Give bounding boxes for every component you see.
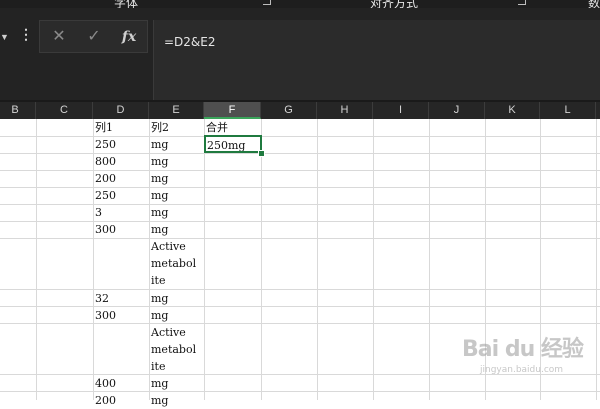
cell-e6[interactable]: mg bbox=[151, 204, 168, 221]
cell-d7[interactable]: 300 bbox=[95, 221, 116, 238]
active-cell-selection[interactable] bbox=[204, 135, 262, 153]
formula-bar-area: ▼ ⋮ ✕ ✓ fx =D2&E2 bbox=[0, 8, 600, 102]
enter-formula-icon[interactable]: ✓ bbox=[79, 25, 109, 49]
gridline bbox=[429, 119, 430, 400]
ribbon-strip: 字体 对齐方式 数 bbox=[0, 0, 600, 10]
cell-e12[interactable]: mg bbox=[151, 375, 168, 392]
formula-buttons: ✕ ✓ fx bbox=[39, 20, 148, 53]
more-options-icon[interactable]: ⋮ bbox=[19, 26, 33, 43]
cell-e9[interactable]: mg bbox=[151, 290, 168, 307]
cell-d13[interactable]: 200 bbox=[95, 392, 116, 409]
cell-d2[interactable]: 250 bbox=[95, 136, 116, 153]
baidu-watermark: Bai du 经验 jingyan.baidu.com bbox=[462, 331, 592, 381]
gridline bbox=[149, 119, 150, 400]
cell-d6[interactable]: 3 bbox=[95, 204, 102, 221]
column-header-k[interactable]: K bbox=[485, 102, 540, 119]
gridline bbox=[0, 187, 600, 188]
gridline bbox=[0, 170, 600, 171]
column-header-f[interactable]: F bbox=[204, 102, 261, 119]
cancel-formula-icon[interactable]: ✕ bbox=[44, 25, 74, 49]
cell-e11[interactable]: Active metabol ite bbox=[151, 324, 196, 375]
column-header-c[interactable]: C bbox=[36, 102, 93, 119]
cell-d12[interactable]: 400 bbox=[95, 375, 116, 392]
watermark-url: jingyan.baidu.com bbox=[480, 365, 564, 375]
cell-e1[interactable]: 列2 bbox=[151, 119, 169, 136]
gridline bbox=[261, 119, 262, 400]
column-header-b[interactable]: B bbox=[0, 102, 36, 119]
cell-d4[interactable]: 200 bbox=[95, 170, 116, 187]
column-header-e[interactable]: E bbox=[149, 102, 204, 119]
fill-handle[interactable] bbox=[258, 150, 265, 157]
cell-d5[interactable]: 250 bbox=[95, 187, 116, 204]
alignment-dialog-launcher-icon[interactable] bbox=[518, 0, 526, 5]
column-header-g[interactable]: G bbox=[261, 102, 317, 119]
gridline bbox=[93, 119, 94, 400]
gridline bbox=[0, 153, 600, 154]
gridline bbox=[596, 119, 597, 400]
cell-d10[interactable]: 300 bbox=[95, 307, 116, 324]
gridline bbox=[0, 204, 600, 205]
column-header-d[interactable]: D bbox=[93, 102, 149, 119]
cell-e5[interactable]: mg bbox=[151, 187, 168, 204]
insert-function-icon[interactable]: fx bbox=[114, 25, 144, 49]
cell-e4[interactable]: mg bbox=[151, 170, 168, 187]
cell-f1[interactable]: 合并 bbox=[206, 119, 228, 136]
gridline bbox=[0, 306, 600, 307]
name-box-dropdown-icon[interactable]: ▼ bbox=[0, 32, 9, 42]
cell-e13[interactable]: mg bbox=[151, 392, 168, 409]
gridline bbox=[373, 119, 374, 400]
cell-d1[interactable]: 列1 bbox=[95, 119, 113, 136]
gridline bbox=[317, 119, 318, 400]
cell-d9[interactable]: 32 bbox=[95, 290, 109, 307]
gridline bbox=[0, 289, 600, 290]
column-header-i[interactable]: I bbox=[373, 102, 429, 119]
watermark-brand: Bai du 经验 bbox=[462, 337, 584, 362]
gridline bbox=[0, 136, 600, 137]
column-header-row: B C D E F G H I J K L bbox=[0, 102, 600, 119]
gridline bbox=[0, 221, 600, 222]
cell-e3[interactable]: mg bbox=[151, 153, 168, 170]
gridline bbox=[36, 119, 37, 400]
gridline bbox=[0, 238, 600, 239]
formula-input[interactable]: =D2&E2 bbox=[153, 20, 600, 100]
cell-e2[interactable]: mg bbox=[151, 136, 168, 153]
gridline bbox=[0, 391, 600, 392]
cell-d3[interactable]: 800 bbox=[95, 153, 116, 170]
cell-e8[interactable]: Active metabol ite bbox=[151, 238, 196, 289]
column-header-l[interactable]: L bbox=[540, 102, 596, 119]
cell-e7[interactable]: mg bbox=[151, 221, 168, 238]
cell-e10[interactable]: mg bbox=[151, 307, 168, 324]
gridline bbox=[204, 119, 205, 400]
column-header-h[interactable]: H bbox=[317, 102, 373, 119]
column-header-j[interactable]: J bbox=[429, 102, 485, 119]
gridline bbox=[0, 323, 600, 324]
font-dialog-launcher-icon[interactable] bbox=[263, 0, 271, 5]
